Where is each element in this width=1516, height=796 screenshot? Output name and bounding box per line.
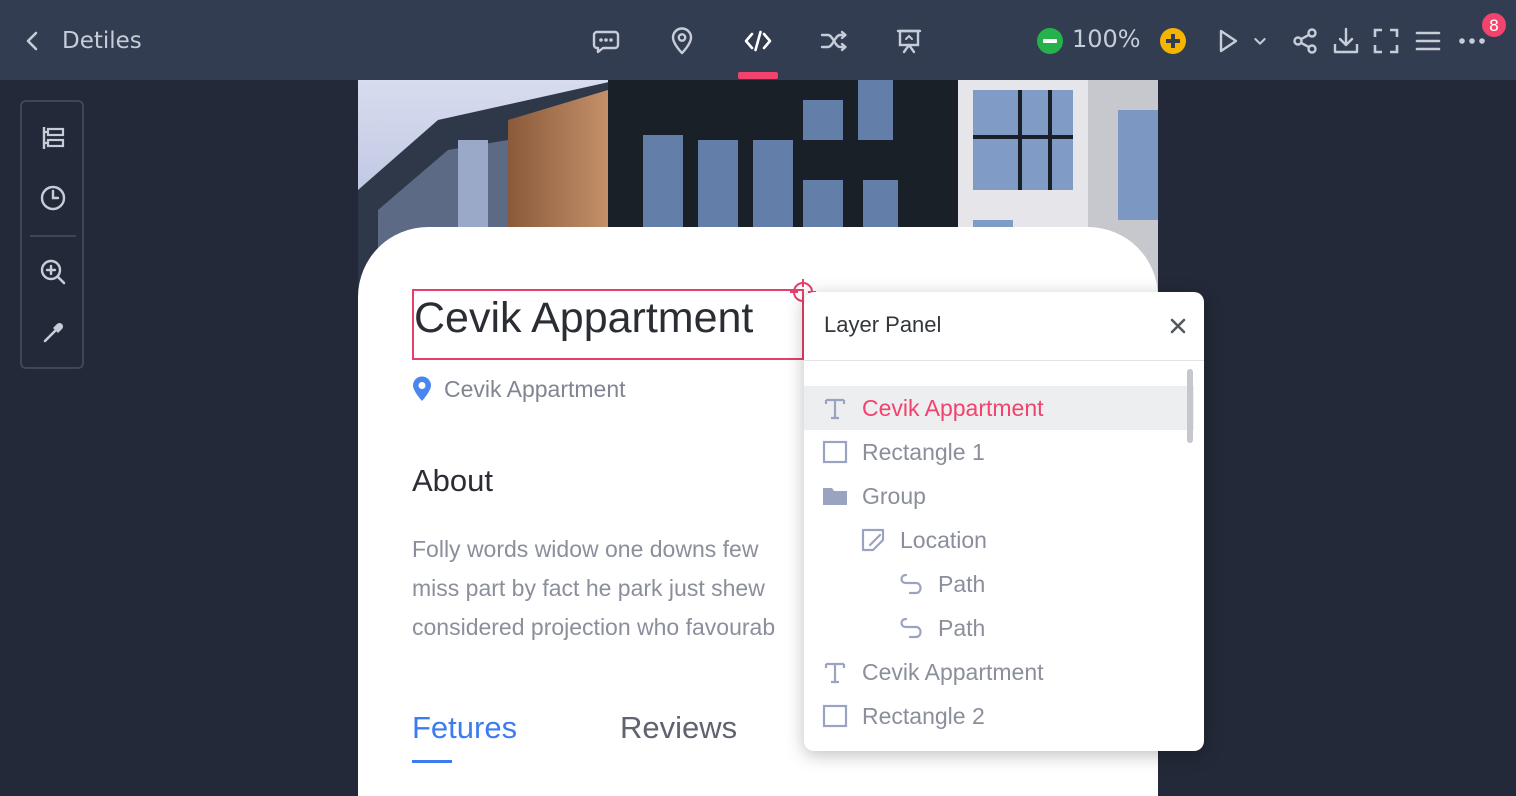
tab-features[interactable]: Fetures bbox=[412, 710, 517, 746]
notification-badge: 8 bbox=[1482, 13, 1506, 37]
layer-item-label: Group bbox=[862, 482, 926, 509]
about-line: miss part by fact he park just shew bbox=[412, 575, 765, 601]
menu-button[interactable] bbox=[1409, 22, 1447, 60]
text-icon bbox=[824, 398, 846, 420]
about-line: considered projection who favourab bbox=[412, 614, 776, 640]
play-icon bbox=[1219, 29, 1238, 53]
flow-button[interactable] bbox=[815, 22, 853, 60]
zoom-in-button[interactable] bbox=[1160, 28, 1186, 54]
layer-item-label: Cevik Appartment bbox=[862, 394, 1044, 421]
layers-tool-button[interactable] bbox=[37, 122, 69, 154]
layer-item-label: Location bbox=[900, 526, 987, 553]
history-tool-button[interactable] bbox=[37, 182, 69, 214]
layer-item[interactable]: Rectangle 1 bbox=[822, 430, 985, 474]
code-icon bbox=[744, 30, 772, 52]
presentation-icon bbox=[896, 29, 922, 54]
presentation-button[interactable] bbox=[890, 22, 928, 60]
download-icon bbox=[1333, 27, 1359, 54]
comment-icon bbox=[592, 30, 620, 54]
layer-item[interactable]: Cevik Appartment bbox=[822, 650, 1044, 694]
chevron-down-icon bbox=[1254, 38, 1266, 45]
layer-item[interactable]: Path bbox=[898, 606, 985, 650]
layer-item[interactable]: Path bbox=[898, 562, 985, 606]
tab-reviews[interactable]: Reviews bbox=[620, 710, 737, 746]
zoom-out-button[interactable] bbox=[1037, 28, 1063, 54]
layer-tree-icon bbox=[42, 127, 65, 149]
fullscreen-button[interactable] bbox=[1367, 22, 1405, 60]
tab-active-underline bbox=[412, 760, 452, 763]
layer-panel: Layer Panel Cevik Appartment Rectangle 1… bbox=[804, 292, 1204, 751]
about-heading: About bbox=[412, 463, 494, 498]
play-button[interactable] bbox=[1208, 22, 1246, 60]
layer-panel-scrollbar[interactable] bbox=[1187, 369, 1193, 443]
tool-panel-divider bbox=[30, 235, 76, 237]
top-toolbar: Detiles 100% 8 bbox=[0, 0, 1516, 80]
map-pin-icon bbox=[671, 27, 693, 55]
layer-item[interactable]: Location bbox=[860, 518, 987, 562]
rectangle-icon bbox=[822, 704, 848, 728]
left-tool-panel bbox=[20, 100, 84, 369]
text-icon bbox=[824, 662, 846, 684]
layer-item[interactable]: Group bbox=[822, 474, 926, 518]
play-options-button[interactable] bbox=[1248, 22, 1272, 60]
page-title: Detiles bbox=[62, 28, 142, 54]
location-pin-icon bbox=[413, 376, 431, 401]
clock-icon bbox=[40, 185, 66, 211]
path-icon bbox=[900, 573, 922, 595]
location-button[interactable] bbox=[663, 22, 701, 60]
download-button[interactable] bbox=[1327, 22, 1365, 60]
hamburger-icon bbox=[1415, 31, 1441, 51]
layer-item-label: Rectangle 2 bbox=[862, 702, 985, 729]
shuffle-icon bbox=[820, 30, 847, 52]
close-icon[interactable] bbox=[1166, 314, 1190, 338]
about-line: Folly words widow one downs few bbox=[412, 536, 759, 562]
eyedropper-tool-button[interactable] bbox=[37, 317, 69, 349]
layer-item-label: Cevik Appartment bbox=[862, 658, 1044, 685]
back-button[interactable]: Detiles bbox=[22, 24, 142, 58]
layer-item[interactable]: Cevik Appartment bbox=[822, 386, 1044, 430]
zoom-level: 100% bbox=[1072, 25, 1141, 53]
layer-panel-divider bbox=[804, 360, 1204, 361]
share-icon bbox=[1293, 28, 1317, 54]
code-button[interactable] bbox=[739, 22, 777, 60]
share-button[interactable] bbox=[1286, 22, 1324, 60]
layer-item-label: Path bbox=[938, 570, 986, 597]
location-row: Cevik Appartment bbox=[412, 374, 626, 404]
about-paragraph: Folly words widow one downs few miss par… bbox=[412, 530, 812, 647]
rectangle-icon bbox=[822, 440, 848, 464]
fullscreen-icon bbox=[1373, 28, 1399, 54]
layer-panel-title: Layer Panel bbox=[824, 312, 942, 337]
zoom-tool-button[interactable] bbox=[37, 256, 69, 288]
apartment-title[interactable]: Cevik Appartment bbox=[414, 294, 753, 343]
folder-icon bbox=[823, 488, 847, 505]
layer-item[interactable]: Rectangle 2 bbox=[822, 694, 985, 738]
shape-icon bbox=[861, 528, 885, 552]
eyedropper-icon bbox=[43, 322, 64, 343]
chevron-left-icon bbox=[26, 31, 38, 51]
zoom-in-icon bbox=[40, 259, 66, 285]
active-tab-indicator bbox=[738, 72, 778, 79]
path-icon bbox=[900, 617, 922, 639]
comment-button[interactable] bbox=[587, 22, 625, 60]
location-text: Cevik Appartment bbox=[444, 375, 626, 402]
layer-item-label: Path bbox=[938, 614, 986, 641]
layer-item-label: Rectangle 1 bbox=[862, 438, 985, 465]
